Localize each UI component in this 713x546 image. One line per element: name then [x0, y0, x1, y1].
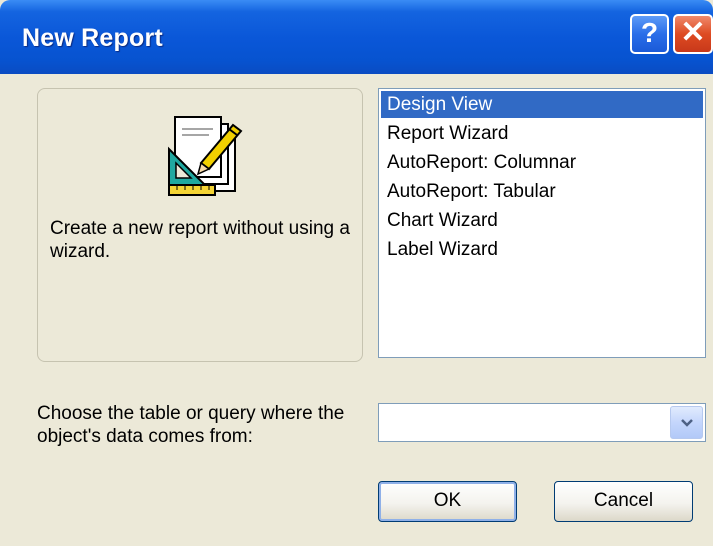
- new-report-dialog: New Report ? ✕ Create a new report witho…: [0, 0, 713, 546]
- list-item-design-view[interactable]: Design View: [381, 91, 703, 118]
- list-item-autoreport-columnar[interactable]: AutoReport: Columnar: [381, 149, 703, 176]
- list-item-label-wizard[interactable]: Label Wizard: [381, 236, 703, 263]
- list-item-report-wizard[interactable]: Report Wizard: [381, 120, 703, 147]
- help-button[interactable]: ?: [630, 14, 669, 54]
- source-prompt-label: Choose the table or query where the obje…: [37, 403, 345, 447]
- report-type-list[interactable]: Design View Report Wizard AutoReport: Co…: [378, 88, 706, 358]
- report-design-icon: [168, 116, 243, 196]
- description-panel: Create a new report without using a wiza…: [37, 88, 363, 362]
- chevron-down-icon: [681, 419, 693, 427]
- cancel-button[interactable]: Cancel: [554, 481, 693, 522]
- list-item-chart-wizard[interactable]: Chart Wizard: [381, 207, 703, 234]
- source-table-combobox[interactable]: [378, 403, 706, 442]
- title-bar[interactable]: New Report ? ✕: [0, 0, 713, 74]
- dropdown-button[interactable]: [670, 406, 703, 439]
- close-button[interactable]: ✕: [673, 14, 713, 54]
- list-item-autoreport-tabular[interactable]: AutoReport: Tabular: [381, 178, 703, 205]
- description-text: Create a new report without using a wiza…: [50, 218, 350, 262]
- ok-button[interactable]: OK: [378, 481, 517, 522]
- window-title: New Report: [22, 24, 163, 52]
